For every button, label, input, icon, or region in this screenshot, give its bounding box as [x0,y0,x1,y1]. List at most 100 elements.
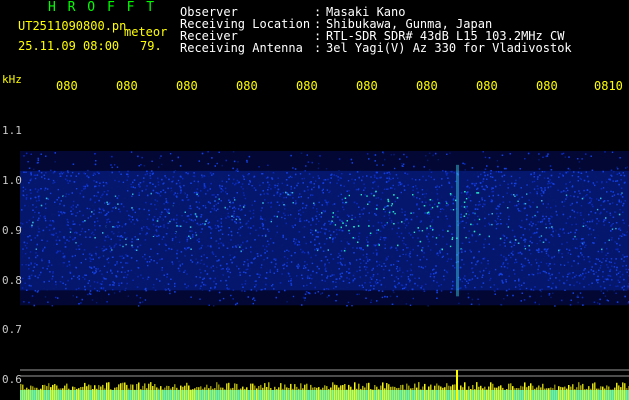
noise-speck [418,230,421,232]
noise-speck [173,171,175,173]
noise-speck [120,173,122,175]
noise-speck [577,196,579,198]
noise-speck [334,224,337,226]
noise-speck [564,289,566,291]
noise-speck [514,205,516,207]
noise-speck [33,168,35,170]
noise-speck [168,208,170,211]
noise-speck [425,179,427,181]
noise-speck [433,178,435,181]
noise-speck [579,192,581,195]
noise-speck [222,268,224,270]
noise-speck [290,282,292,285]
noise-speck [488,195,490,197]
noise-speck [376,164,378,166]
noise-speck [256,228,258,231]
noise-speck [510,212,512,214]
noise-speck [227,212,229,215]
noise-speck [416,197,418,199]
noise-speck [417,212,419,214]
noise-speck [235,169,237,172]
noise-speck [471,278,474,280]
noise-speck [396,210,398,212]
noise-speck [446,253,449,255]
noise-speck [294,189,296,191]
noise-speck [520,237,522,239]
noise-speck [404,172,406,174]
noise-speck [22,248,24,250]
noise-speck [389,173,391,175]
noise-speck [575,274,577,276]
noise-speck [541,288,543,290]
noise-speck [600,204,602,207]
noise-speck [549,251,552,254]
noise-speck [348,229,350,232]
noise-speck [453,203,456,205]
noise-speck [618,194,620,196]
noise-speck [138,192,140,194]
noise-speck [543,191,545,193]
noise-speck [216,275,219,277]
noise-speck [180,174,182,176]
noise-speck [582,276,584,278]
noise-speck [200,223,202,226]
noise-speck [28,257,30,259]
noise-speck [276,231,278,234]
noise-speck [356,247,358,249]
noise-speck [355,184,357,187]
noise-speck [360,262,362,264]
noise-speck [352,281,354,283]
noise-speck [585,224,587,227]
noise-speck [429,275,432,278]
noise-speck [143,208,145,211]
noise-speck [543,257,545,260]
noise-speck [296,265,298,267]
noise-speck [449,201,451,203]
noise-speck [89,266,91,268]
noise-speck [463,263,465,266]
noise-speck [129,215,131,217]
noise-speck [218,151,220,153]
noise-speck [201,289,204,291]
noise-speck [165,278,168,281]
noise-speck [213,267,215,270]
noise-speck [235,264,238,266]
noise-speck [356,270,358,273]
noise-speck [489,286,492,288]
noise-speck [610,261,612,264]
noise-speck [284,208,286,210]
noise-speck [64,242,66,244]
noise-speck [496,223,498,226]
noise-speck [45,155,47,157]
noise-speck [533,173,535,175]
noise-speck [581,158,583,160]
noise-speck [592,229,595,231]
noise-speck [571,175,574,177]
noise-speck [540,290,542,293]
noise-speck [249,210,251,212]
noise-speck [574,235,576,238]
noise-speck [29,251,32,253]
noise-speck [270,220,272,223]
noise-speck [339,282,341,285]
noise-speck [396,260,398,262]
noise-speck [186,194,189,196]
noise-speck [149,175,151,177]
noise-speck [169,220,171,223]
noise-speck [163,182,165,184]
noise-speck [243,263,245,266]
noise-speck [247,283,249,285]
noise-speck [279,282,282,284]
noise-speck [507,221,510,223]
noise-speck [446,243,448,245]
noise-speck [409,304,412,306]
noise-speck [203,277,205,280]
noise-speck [265,234,267,236]
noise-speck [566,279,568,282]
noise-speck [321,292,323,294]
noise-speck [245,247,247,249]
noise-speck [416,215,418,218]
noise-speck [216,260,218,262]
noise-speck [52,182,54,184]
noise-speck [228,276,230,278]
